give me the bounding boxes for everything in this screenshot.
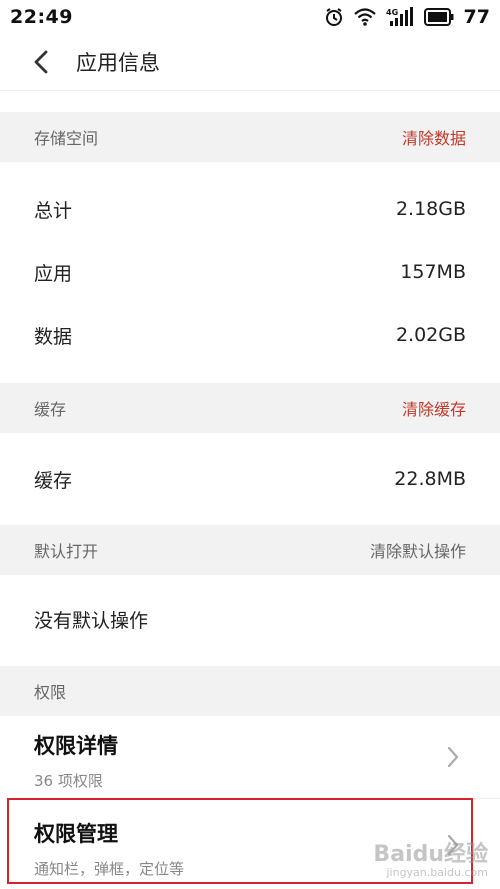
storage-row-data: 数据 2.02GB <box>0 304 500 366</box>
signal-icon: 4G <box>386 7 414 27</box>
back-button[interactable] <box>22 42 62 82</box>
battery-level: 77 <box>463 6 490 28</box>
app-header: 应用信息 <box>0 34 500 91</box>
default-open-section-title: 默认打开 <box>34 542 99 561</box>
storage-row-value: 2.02GB <box>395 324 466 346</box>
storage-row-label: 总计 <box>34 199 73 222</box>
chevron-right-icon <box>447 746 459 768</box>
chevron-left-icon <box>34 50 48 74</box>
storage-row-label: 应用 <box>34 262 73 285</box>
default-open-row: 没有默认操作 <box>0 588 500 650</box>
permission-details-subtitle: 36 项权限 <box>34 772 103 790</box>
clear-defaults-button[interactable]: 清除默认操作 <box>370 538 466 562</box>
network-type: 4G <box>386 8 398 17</box>
storage-section-header: 存储空间 清除数据 <box>0 112 500 162</box>
clear-data-button[interactable]: 清除数据 <box>402 125 466 149</box>
battery-icon <box>423 8 454 26</box>
status-bar: 22:49 4G 77 <box>0 0 500 34</box>
status-icons: 4G 77 <box>324 6 490 28</box>
watermark-brand: Baidu经验 <box>373 841 488 867</box>
default-open-section-header: 默认打开 清除默认操作 <box>0 525 500 575</box>
cache-row-label: 缓存 <box>34 469 73 492</box>
storage-row-total: 总计 2.18GB <box>0 178 500 240</box>
permission-details-item[interactable]: 权限详情 36 项权限 <box>0 730 500 796</box>
cache-row-value: 22.8MB <box>394 468 466 490</box>
permissions-section-header: 权限 <box>0 666 500 716</box>
storage-section-title: 存储空间 <box>34 129 99 148</box>
storage-row-value: 2.18GB <box>395 198 466 220</box>
alarm-icon <box>324 7 344 27</box>
cache-section-title: 缓存 <box>34 400 67 419</box>
wifi-icon <box>353 8 376 26</box>
baidu-watermark: Baidu经验 jingyan.baidu.com <box>373 841 488 879</box>
default-open-text: 没有默认操作 <box>34 609 149 632</box>
page-title: 应用信息 <box>76 51 160 75</box>
status-time: 22:49 <box>10 6 73 28</box>
storage-row-label: 数据 <box>34 325 73 348</box>
cache-row: 缓存 22.8MB <box>0 448 500 510</box>
permission-details-title: 权限详情 <box>34 734 118 758</box>
storage-row-app: 应用 157MB <box>0 241 500 303</box>
cache-section-header: 缓存 清除缓存 <box>0 383 500 433</box>
storage-row-value: 157MB <box>400 261 466 283</box>
divider <box>34 798 500 799</box>
clear-cache-button[interactable]: 清除缓存 <box>402 396 466 420</box>
permissions-section-title: 权限 <box>34 683 67 702</box>
watermark-url: jingyan.baidu.com <box>386 865 488 879</box>
